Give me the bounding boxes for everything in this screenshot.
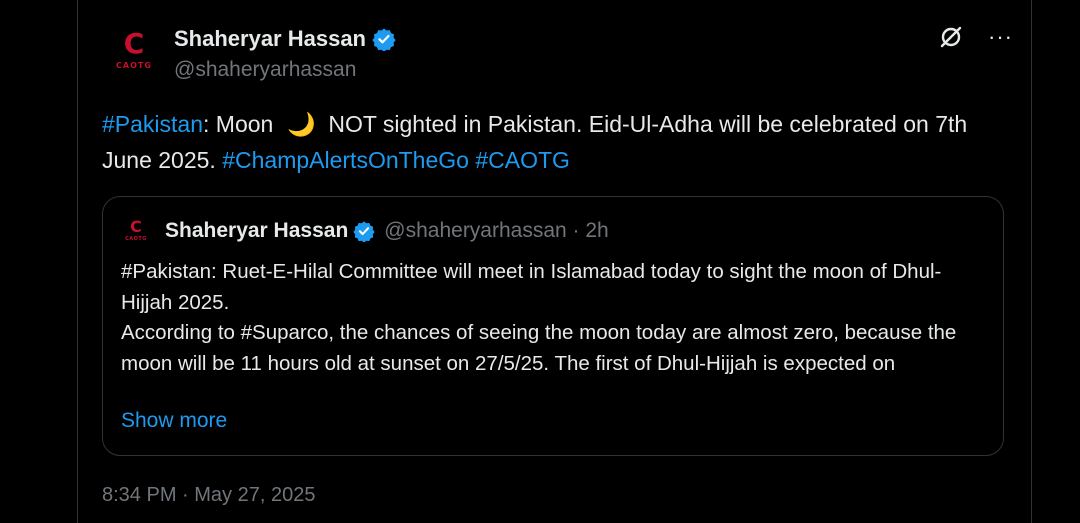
author-block: Shaheryar Hassan @shaheryarhassan <box>174 24 396 82</box>
hashtag-pakistan[interactable]: #Pakistan <box>102 111 203 137</box>
quote-text-line2: According to #Suparco, the chances of se… <box>121 321 957 375</box>
avatar-logo-text: CAOTG <box>116 60 152 70</box>
tweet-timestamp[interactable]: 8:34 PM · May 27, 2025 <box>102 484 315 507</box>
show-more-link[interactable]: Show more <box>121 409 227 433</box>
more-icon[interactable]: ··· <box>988 26 1013 48</box>
verified-badge-icon <box>353 221 375 242</box>
quote-author-name: Shaheryar Hassan <box>165 219 349 242</box>
quote-avatar: C CAOTG <box>121 216 151 246</box>
column-border-right <box>1031 0 1032 523</box>
logo-mark-icon: C <box>123 26 145 60</box>
crescent-moon-emoji: 🌙 <box>287 111 316 137</box>
verified-badge-icon <box>372 28 396 51</box>
hashtag-caotg[interactable]: #CAOTG <box>475 147 570 173</box>
quoted-tweet[interactable]: C CAOTG Shaheryar Hassan @shaheryarhassa… <box>102 196 1004 456</box>
author-name[interactable]: Shaheryar Hassan <box>174 26 366 52</box>
logo-mark-icon: C <box>130 217 142 236</box>
tweet-text: #Pakistan: Moon 🌙 NOT sighted in Pakistan… <box>102 106 1012 178</box>
quote-text: #Pakistan: Ruet-E-Hilal Committee will m… <box>121 257 991 379</box>
grok-icon[interactable] <box>938 24 964 50</box>
quote-header: C CAOTG Shaheryar Hassan @shaheryarhassa… <box>121 215 609 247</box>
avatar[interactable]: C CAOTG <box>106 22 162 78</box>
tweet: C CAOTG Shaheryar Hassan @shaheryarhassa… <box>78 0 1031 523</box>
tweet-text-part1: : Moon <box>203 111 274 137</box>
author-handle[interactable]: @shaheryarhassan <box>174 58 396 82</box>
tweet-actions: ··· <box>938 24 1013 50</box>
hashtag-champalerts[interactable]: #ChampAlertsOnTheGo <box>222 147 469 173</box>
quote-avatar-logo-text: CAOTG <box>125 236 147 242</box>
quote-text-line1: #Pakistan: Ruet-E-Hilal Committee will m… <box>121 260 942 314</box>
quote-author-handle: @shaheryarhassan · 2h <box>384 219 609 242</box>
